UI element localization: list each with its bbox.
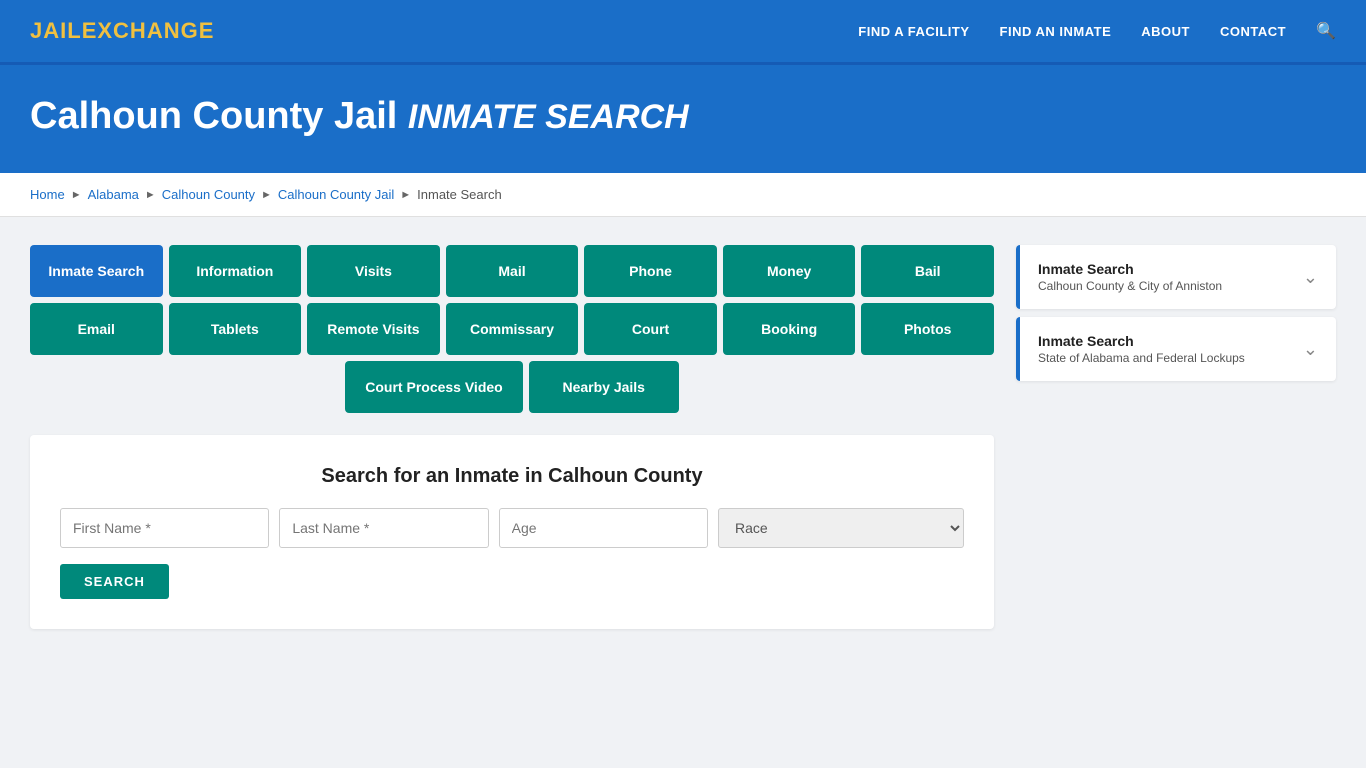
sidebar-card-alabama-text: Inmate Search State of Alabama and Feder… [1038, 333, 1245, 365]
find-facility-link[interactable]: FIND A FACILITY [858, 24, 969, 39]
last-name-input[interactable] [279, 508, 488, 548]
breadcrumb-sep-4: ► [400, 189, 411, 201]
tab-bail[interactable]: Bail [861, 245, 994, 297]
breadcrumb-sep-1: ► [71, 189, 82, 201]
find-inmate-link[interactable]: FIND AN INMATE [1000, 24, 1112, 39]
tab-photos[interactable]: Photos [861, 303, 994, 355]
logo-part2: XCHANGE [97, 18, 214, 43]
breadcrumb-calhoun-county[interactable]: Calhoun County [162, 187, 255, 202]
tab-nearby-jails[interactable]: Nearby Jails [529, 361, 679, 413]
search-icon[interactable]: 🔍 [1316, 21, 1336, 41]
sidebar-card-calhoun-header[interactable]: Inmate Search Calhoun County & City of A… [1016, 245, 1336, 309]
age-input[interactable] [499, 508, 708, 548]
sidebar: Inmate Search Calhoun County & City of A… [1016, 245, 1336, 629]
tab-row-2: Email Tablets Remote Visits Commissary C… [30, 303, 994, 355]
breadcrumb-jail[interactable]: Calhoun County Jail [278, 187, 394, 202]
sidebar-card-calhoun: Inmate Search Calhoun County & City of A… [1016, 245, 1336, 309]
hero-banner: Calhoun County Jail INMATE SEARCH [0, 65, 1366, 173]
sidebar-card-alabama-title: Inmate Search [1038, 333, 1245, 349]
breadcrumb-current: Inmate Search [417, 187, 502, 202]
breadcrumb-sep-3: ► [261, 189, 272, 201]
tab-email[interactable]: Email [30, 303, 163, 355]
race-select[interactable]: Race White Black Hispanic Asian Other [718, 508, 964, 548]
tab-commissary[interactable]: Commissary [446, 303, 579, 355]
tab-court-process-video[interactable]: Court Process Video [345, 361, 522, 413]
page-title: Calhoun County Jail INMATE SEARCH [30, 95, 1336, 138]
search-form-fields: Race White Black Hispanic Asian Other [60, 508, 964, 548]
tab-inmate-search[interactable]: Inmate Search [30, 245, 163, 297]
search-form-title: Search for an Inmate in Calhoun County [60, 465, 964, 488]
contact-link[interactable]: CONTACT [1220, 24, 1286, 39]
chevron-down-icon-2: ⌄ [1303, 339, 1318, 360]
search-form-container: Search for an Inmate in Calhoun County R… [30, 435, 994, 629]
tab-row-3: Court Process Video Nearby Jails [30, 361, 994, 413]
tab-court[interactable]: Court [584, 303, 717, 355]
sidebar-card-alabama-subtitle: State of Alabama and Federal Lockups [1038, 351, 1245, 365]
logo-highlight: E [82, 18, 98, 43]
tab-mail[interactable]: Mail [446, 245, 579, 297]
navbar: JAILEXCHANGE FIND A FACILITY FIND AN INM… [0, 0, 1366, 65]
tab-row-1: Inmate Search Information Visits Mail Ph… [30, 245, 994, 297]
logo-part1: JAIL [30, 18, 82, 43]
tab-money[interactable]: Money [723, 245, 856, 297]
breadcrumb-sep-2: ► [145, 189, 156, 201]
breadcrumb: Home ► Alabama ► Calhoun County ► Calhou… [0, 173, 1366, 217]
about-link[interactable]: ABOUT [1141, 24, 1190, 39]
tab-phone[interactable]: Phone [584, 245, 717, 297]
main-panel: Inmate Search Information Visits Mail Ph… [30, 245, 994, 629]
sidebar-card-alabama-header[interactable]: Inmate Search State of Alabama and Feder… [1016, 317, 1336, 381]
logo[interactable]: JAILEXCHANGE [30, 18, 214, 44]
tab-remote-visits[interactable]: Remote Visits [307, 303, 440, 355]
first-name-input[interactable] [60, 508, 269, 548]
tab-booking[interactable]: Booking [723, 303, 856, 355]
content-area: Inmate Search Information Visits Mail Ph… [0, 217, 1366, 657]
chevron-down-icon: ⌄ [1303, 267, 1318, 288]
sidebar-card-alabama: Inmate Search State of Alabama and Feder… [1016, 317, 1336, 381]
breadcrumb-alabama[interactable]: Alabama [88, 187, 139, 202]
tab-visits[interactable]: Visits [307, 245, 440, 297]
tab-tablets[interactable]: Tablets [169, 303, 302, 355]
sidebar-card-calhoun-subtitle: Calhoun County & City of Anniston [1038, 279, 1222, 293]
sidebar-card-calhoun-title: Inmate Search [1038, 261, 1222, 277]
search-button[interactable]: SEARCH [60, 564, 169, 599]
navbar-links: FIND A FACILITY FIND AN INMATE ABOUT CON… [858, 21, 1336, 41]
sidebar-card-calhoun-text: Inmate Search Calhoun County & City of A… [1038, 261, 1222, 293]
breadcrumb-home[interactable]: Home [30, 187, 65, 202]
tab-information[interactable]: Information [169, 245, 302, 297]
